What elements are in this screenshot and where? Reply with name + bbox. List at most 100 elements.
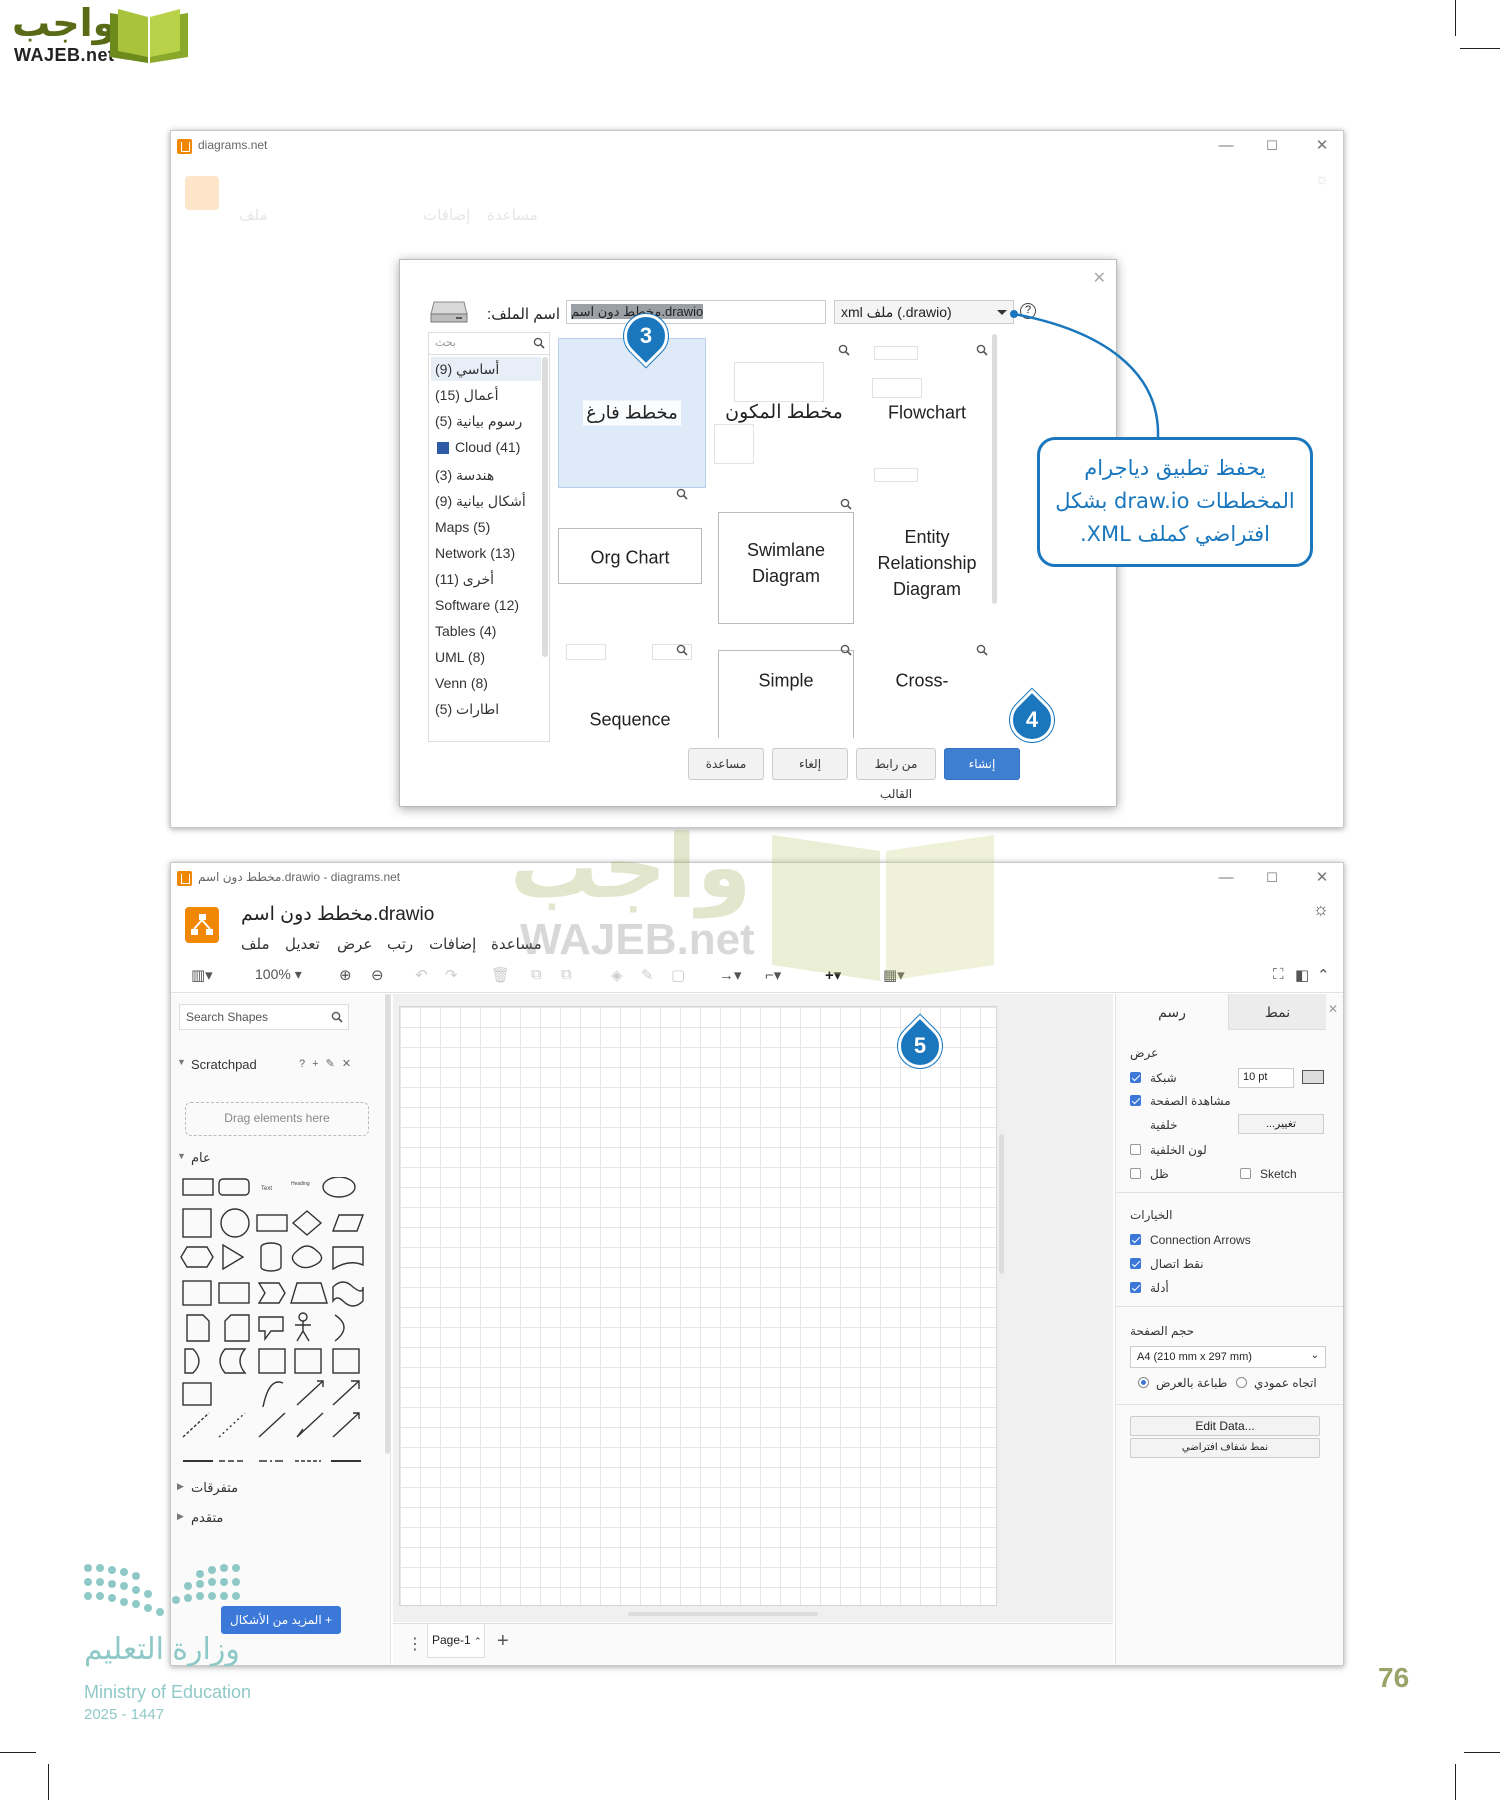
format-panel-icon[interactable]: ▥▾ — [191, 966, 213, 984]
page-view-checkbox[interactable] — [1130, 1095, 1141, 1106]
advanced-header[interactable]: ▶ متقدم — [171, 1506, 383, 1534]
template-org-chart[interactable]: Org Chart — [556, 488, 704, 618]
shapes-scrollbar[interactable] — [385, 994, 390, 1454]
connection-arrows-checkbox[interactable] — [1130, 1234, 1141, 1245]
shadow-checkbox[interactable] — [1130, 1168, 1141, 1179]
category-item[interactable]: أعمال (15) — [435, 387, 499, 404]
default-style-button[interactable]: نمط شفاف افتراضي — [1130, 1438, 1320, 1458]
menu-extras[interactable]: إضافات — [429, 935, 476, 953]
sun-icon[interactable]: ☼ — [1313, 899, 1330, 920]
category-item[interactable]: رسوم بيانية (5) — [435, 413, 522, 430]
filetype-select[interactable]: xml ملف (.drawio) — [834, 300, 1014, 324]
cylinder-shape — [260, 1242, 282, 1272]
zoom-icon[interactable] — [676, 644, 688, 656]
zoom-in-icon[interactable]: ⊕ — [339, 966, 352, 984]
scratchpad-dropzone[interactable]: Drag elements here — [185, 1102, 369, 1136]
category-item[interactable]: Software (12) — [435, 597, 519, 613]
template-label: مخطط فارغ — [583, 400, 681, 426]
page-size-select[interactable]: A4 (210 mm x 297 mm) ⌄ — [1130, 1346, 1326, 1368]
category-item[interactable]: هندسة (3) — [435, 467, 494, 484]
search-shapes-input[interactable]: Search Shapes — [179, 1004, 349, 1030]
background-color-checkbox[interactable] — [1130, 1144, 1141, 1155]
page-tab[interactable]: Page-1 ⌃ — [427, 1624, 485, 1658]
category-item[interactable]: UML (8) — [435, 649, 485, 665]
category-item[interactable]: أشكال بيانية (9) — [435, 493, 526, 510]
create-button[interactable]: إنشاء — [944, 748, 1020, 780]
minimize-icon[interactable]: — — [1213, 135, 1239, 157]
general-header[interactable]: ▼ عام — [171, 1146, 383, 1174]
drawing-canvas[interactable] — [393, 994, 1113, 1622]
undo-icon[interactable]: ↶ — [415, 966, 428, 984]
scratchpad-tools[interactable]: ? + ✎ ✕ — [299, 1057, 353, 1070]
dialog-close-icon[interactable]: ✕ — [1093, 268, 1106, 288]
zoom-out-icon[interactable]: ⊖ — [371, 966, 384, 984]
filename-input[interactable]: مخطط دون اسم.drawio — [566, 300, 826, 324]
category-scrollbar[interactable] — [542, 357, 548, 657]
menu-arrange[interactable]: رتب — [387, 935, 413, 953]
category-search-input[interactable]: بحث — [429, 333, 549, 355]
grid-size-input[interactable]: 10 pt — [1238, 1068, 1294, 1088]
menu-file[interactable]: ملف — [241, 935, 270, 953]
sketch-checkbox[interactable] — [1240, 1168, 1251, 1179]
pages-menu-icon[interactable]: ⋮ — [407, 1634, 423, 1654]
close-icon[interactable]: ✕ — [1309, 867, 1335, 889]
template-cross-functional[interactable]: Cross- — [862, 638, 992, 738]
landscape-radio[interactable] — [1138, 1377, 1149, 1388]
category-item[interactable]: Network (13) — [435, 545, 515, 561]
template-flowchart[interactable]: Flowchart — [862, 338, 992, 488]
template-blank[interactable]: مخطط فارغ — [558, 338, 706, 488]
misc-header[interactable]: ▶ متفرقات — [171, 1476, 383, 1504]
zoom-icon[interactable] — [838, 344, 850, 356]
grid-color-swatch[interactable] — [1302, 1070, 1324, 1084]
document-title[interactable]: مخطط دون اسم.drawio — [241, 903, 434, 926]
minimize-icon[interactable]: — — [1213, 867, 1239, 889]
maximize-icon[interactable]: ☐ — [1259, 135, 1285, 157]
cancel-button[interactable]: إلغاء — [772, 748, 848, 780]
template-swimlane[interactable]: Swimlane Diagram — [716, 498, 856, 628]
scratchpad-header[interactable]: ▼ Scratchpad ? + ✎ ✕ — [171, 1052, 383, 1080]
template-url-button[interactable]: من رابط القالب — [856, 748, 936, 801]
step-5-number: 5 — [913, 1033, 927, 1058]
maximize-icon[interactable]: ☐ — [1259, 867, 1285, 889]
canvas-hscrollbar[interactable] — [628, 1612, 818, 1616]
template-sequence[interactable]: Sequence — [556, 638, 704, 738]
guides-checkbox[interactable] — [1130, 1282, 1141, 1293]
category-item[interactable]: أساسي (9) — [435, 361, 499, 378]
zoom-icon[interactable] — [976, 644, 988, 656]
template-entity-relationship[interactable]: Entity Relationship Diagram — [862, 498, 992, 628]
tab-diagram[interactable]: رسم — [1116, 994, 1228, 1030]
template-simple[interactable]: Simple — [716, 638, 856, 738]
collapse-icon[interactable]: ⌃ — [1317, 966, 1330, 984]
close-icon[interactable]: ✕ — [1309, 135, 1335, 157]
category-item[interactable]: أخرى (11) — [435, 571, 494, 588]
tab-style[interactable]: نمط — [1228, 994, 1326, 1030]
help-button[interactable]: مساعدة — [688, 748, 764, 780]
connection-points-checkbox[interactable] — [1130, 1258, 1141, 1269]
format-toggle-icon[interactable]: ◧ — [1295, 966, 1309, 984]
zoom-select[interactable]: 100% ▾ — [255, 966, 302, 983]
edit-data-button[interactable]: Edit Data... — [1130, 1416, 1320, 1436]
category-item[interactable]: Venn (8) — [435, 675, 488, 691]
zoom-icon[interactable] — [840, 498, 852, 510]
portrait-radio[interactable] — [1236, 1377, 1247, 1388]
zoom-icon[interactable] — [676, 488, 688, 500]
canvas-vscrollbar[interactable] — [999, 1134, 1004, 1274]
close-panel-icon[interactable]: ✕ — [1328, 1002, 1338, 1016]
category-item[interactable]: اطارات (5) — [435, 701, 499, 718]
zoom-icon[interactable] — [840, 644, 852, 656]
template-scrollbar[interactable] — [992, 334, 997, 604]
category-item[interactable]: Tables (4) — [435, 623, 496, 639]
template-component[interactable]: مخطط المكون — [714, 338, 854, 488]
category-item[interactable]: Maps (5) — [435, 519, 490, 535]
grid-page[interactable] — [399, 1006, 997, 1606]
change-background-button[interactable]: تغيير... — [1238, 1114, 1324, 1134]
general-shapes-grid[interactable]: Text Heading — [179, 1177, 369, 1477]
category-item[interactable]: Cloud (41) — [435, 439, 520, 455]
fullscreen-icon[interactable]: ⛶ — [1273, 966, 1284, 983]
menu-view[interactable]: عرض — [337, 935, 372, 953]
zoom-icon[interactable] — [976, 344, 988, 356]
menu-edit[interactable]: تعديل — [285, 935, 320, 953]
grid-checkbox[interactable] — [1130, 1072, 1141, 1083]
add-page-icon[interactable]: + — [497, 1630, 509, 1653]
redo-icon[interactable]: ↷ — [445, 966, 458, 984]
